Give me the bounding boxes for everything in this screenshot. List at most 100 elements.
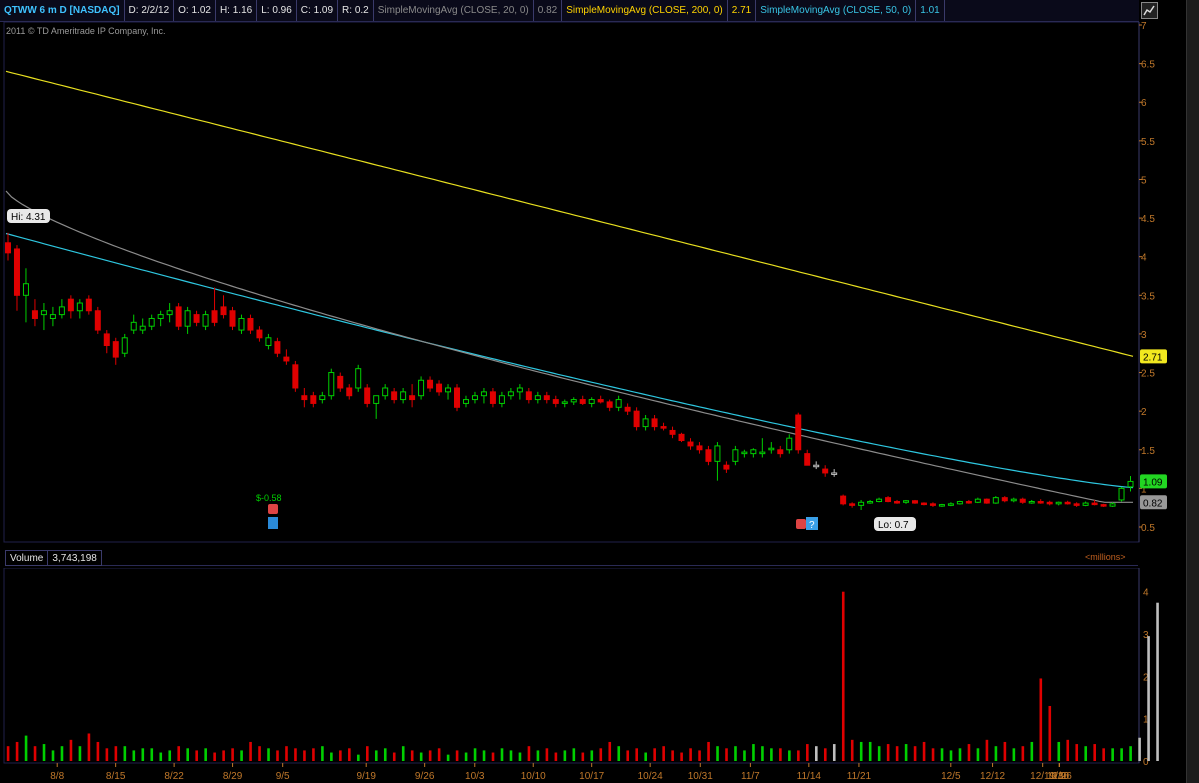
- candle-body: [22, 283, 29, 296]
- candle-body: [1100, 504, 1107, 507]
- candle-body: [40, 310, 47, 316]
- phone-icon-bg: [268, 504, 278, 514]
- volume-bar: [563, 750, 567, 761]
- volume-bar: [410, 750, 414, 761]
- candle-body: [58, 306, 65, 316]
- candle-body: [795, 414, 802, 451]
- candle-body: [409, 395, 416, 401]
- price-axis-tick-label: 6.5: [1141, 60, 1155, 71]
- volume-bar: [294, 748, 297, 761]
- price-plot-frame: [3, 22, 1140, 543]
- chart-header: QTWW 6 m D [NASDAQ] D: 2/2/12 O: 1.02 H:…: [0, 0, 1139, 22]
- volume-bar: [1102, 748, 1105, 761]
- sma50-study-label[interactable]: SimpleMovingAvg (CLOSE, 50, 0): [756, 0, 917, 21]
- candle-body: [94, 310, 101, 331]
- price-chart[interactable]: 76.565.554.543.532.521.510.5Hi: 4.31Lo: …: [0, 22, 1186, 544]
- candle-body: [615, 399, 622, 408]
- volume-bar: [1129, 746, 1132, 761]
- volume-bar: [680, 752, 683, 761]
- candle-body: [498, 395, 505, 404]
- symbol-label[interactable]: QTWW 6 m D [NASDAQ]: [0, 0, 125, 21]
- maximize-chart-button[interactable]: [1141, 2, 1158, 19]
- volume-bar: [581, 752, 585, 761]
- earnings-icon-bg: [268, 517, 278, 529]
- candle-body: [337, 375, 344, 389]
- candle-body: [1091, 502, 1098, 506]
- volume-bar: [330, 752, 333, 761]
- candle-body: [157, 314, 164, 319]
- candle-body: [184, 310, 191, 327]
- candle-body: [76, 302, 83, 312]
- candle-body: [1064, 501, 1071, 505]
- candle-body: [274, 341, 281, 354]
- volume-bar: [662, 746, 665, 761]
- volume-bar: [357, 754, 360, 761]
- candle-body: [382, 387, 389, 397]
- candle-body: [911, 500, 918, 504]
- candle-body: [238, 317, 245, 331]
- volume-bar: [770, 748, 773, 761]
- candle-body: [633, 410, 640, 428]
- volume-bar: [545, 748, 549, 761]
- candle-body: [373, 395, 380, 404]
- date-axis-tick-label: 10/24: [638, 771, 663, 782]
- candle-body: [121, 337, 128, 354]
- candle-body: [876, 498, 883, 503]
- volume-bar: [644, 752, 647, 761]
- candle-body: [956, 501, 963, 505]
- volume-bar: [366, 746, 369, 761]
- volume-bar: [518, 752, 522, 761]
- candle-body: [750, 449, 757, 455]
- sma20-study-label[interactable]: SimpleMovingAvg (CLOSE, 20, 0): [374, 0, 534, 21]
- volume-bar: [419, 752, 423, 761]
- volume-chart[interactable]: 432108/8 8/15 8/22 8/29 9/5 9/19 9/26 10/3 10/10…: [0, 568, 1186, 783]
- volume-bar: [797, 750, 800, 761]
- low-field: L: 0.96: [257, 0, 297, 21]
- candle-body: [768, 447, 775, 451]
- volume-bar: [599, 748, 603, 761]
- volume-bar: [213, 752, 216, 761]
- volume-bar: [464, 752, 468, 761]
- candle-body: [1001, 497, 1008, 502]
- volume-bar: [509, 750, 513, 761]
- candle-body: [67, 298, 74, 312]
- price-axis-tick-label: 3.5: [1141, 291, 1155, 302]
- candle-body: [418, 379, 425, 397]
- volume-bar: [42, 744, 46, 761]
- volume-bar: [240, 750, 243, 761]
- candle-body: [723, 464, 730, 470]
- volume-bar: [994, 746, 998, 761]
- volume-bar: [608, 741, 612, 761]
- volume-plot-frame: [3, 568, 1140, 764]
- volume-bar: [51, 750, 55, 761]
- candle-body: [588, 399, 595, 404]
- sma200-value-tag-text: 2.71: [1143, 352, 1163, 363]
- date-axis-tick-label: 12/12: [980, 771, 1005, 782]
- date-axis-tick-label: 10/31: [688, 771, 713, 782]
- candle-body: [983, 498, 990, 504]
- volume-bar: [195, 750, 198, 761]
- price-axis-tick-label: 7: [1141, 22, 1147, 32]
- volume-bar: [267, 748, 270, 761]
- volume-bar: [204, 748, 207, 761]
- volume-bar: [231, 748, 234, 761]
- price-axis-tick-label: 6: [1141, 98, 1147, 109]
- candle-body: [391, 391, 398, 401]
- volume-bar: [823, 748, 827, 761]
- volume-bar: [850, 739, 854, 761]
- candle-body: [570, 399, 577, 403]
- volume-bar: [141, 748, 145, 761]
- volume-bar: [87, 733, 91, 761]
- volume-bar: [716, 746, 719, 761]
- right-side-panel[interactable]: [1186, 0, 1199, 783]
- date-field: D: 2/2/12: [125, 0, 175, 21]
- volume-bar: [348, 748, 351, 761]
- phone-icon-bg: [796, 519, 806, 529]
- range-field: R: 0.2: [338, 0, 374, 21]
- volume-header-bar: [5, 550, 1138, 566]
- volume-bar: [78, 746, 82, 761]
- candle-body: [561, 401, 568, 404]
- volume-bar: [1021, 746, 1025, 761]
- date-axis-tick-label: 9/19: [356, 771, 376, 782]
- sma200-study-label[interactable]: SimpleMovingAvg (CLOSE, 200, 0): [562, 0, 728, 21]
